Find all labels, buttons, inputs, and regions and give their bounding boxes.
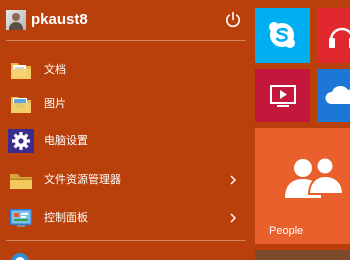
- chevron-right-icon[interactable]: [228, 211, 238, 225]
- menu-item-file-explorer[interactable]: 文件资源管理器: [0, 163, 252, 197]
- control-panel-icon: [10, 209, 32, 227]
- gear-icon: [8, 129, 34, 153]
- tile-video[interactable]: [255, 69, 310, 122]
- menu-item-label: 文件资源管理器: [44, 173, 121, 186]
- start-menu: pkaust8 文档 图片 电脑设置 文件资源管理器 控制面板 People: [0, 0, 350, 260]
- menu-item-control-panel[interactable]: 控制面板: [0, 201, 252, 235]
- divider: [6, 40, 246, 41]
- tile-label: People: [269, 225, 304, 237]
- people-icon: [285, 156, 345, 198]
- tile-partial[interactable]: [255, 250, 350, 260]
- headphones-icon: [329, 27, 350, 48]
- app-icon: [11, 253, 29, 260]
- menu-item-label: 控制面板: [44, 211, 88, 224]
- file-explorer-icon: [10, 174, 32, 189]
- user-name[interactable]: pkaust8: [31, 10, 88, 30]
- tile-people[interactable]: People: [255, 128, 350, 244]
- avatar[interactable]: [6, 10, 26, 30]
- menu-item-partial[interactable]: [0, 242, 252, 260]
- chevron-right-icon[interactable]: [228, 173, 238, 187]
- user-account-row[interactable]: pkaust8: [0, 0, 252, 40]
- video-icon: [270, 85, 296, 107]
- folder-documents-icon: [11, 63, 31, 79]
- cloud-icon: [325, 86, 350, 104]
- power-button[interactable]: [223, 10, 243, 30]
- tile-onedrive[interactable]: [317, 69, 350, 122]
- menu-item-pc-settings[interactable]: 电脑设置: [0, 124, 252, 158]
- menu-item-label: 电脑设置: [44, 134, 88, 147]
- power-icon: [226, 11, 240, 28]
- menu-item-label: 图片: [44, 97, 66, 110]
- menu-item-pictures[interactable]: 图片: [0, 87, 252, 121]
- skype-icon: [269, 22, 295, 48]
- divider: [6, 240, 246, 241]
- tile-skype[interactable]: [255, 8, 310, 63]
- tile-music[interactable]: [317, 8, 350, 63]
- folder-pictures-icon: [11, 97, 31, 113]
- menu-item-documents[interactable]: 文档: [0, 53, 252, 87]
- start-menu-left-pane: pkaust8 文档 图片 电脑设置 文件资源管理器 控制面板: [0, 0, 252, 260]
- menu-item-label: 文档: [44, 63, 66, 76]
